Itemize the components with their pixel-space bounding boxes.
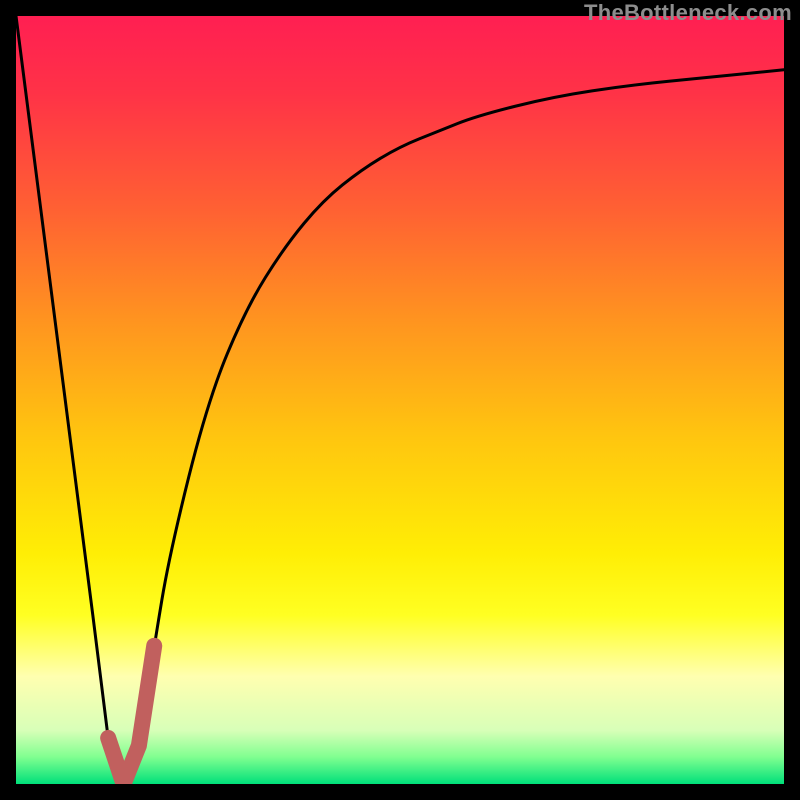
watermark-text: TheBottleneck.com (584, 0, 792, 26)
gradient-background (16, 16, 784, 784)
chart-svg (16, 16, 784, 784)
plot-area (16, 16, 784, 784)
chart-frame: TheBottleneck.com (0, 0, 800, 800)
